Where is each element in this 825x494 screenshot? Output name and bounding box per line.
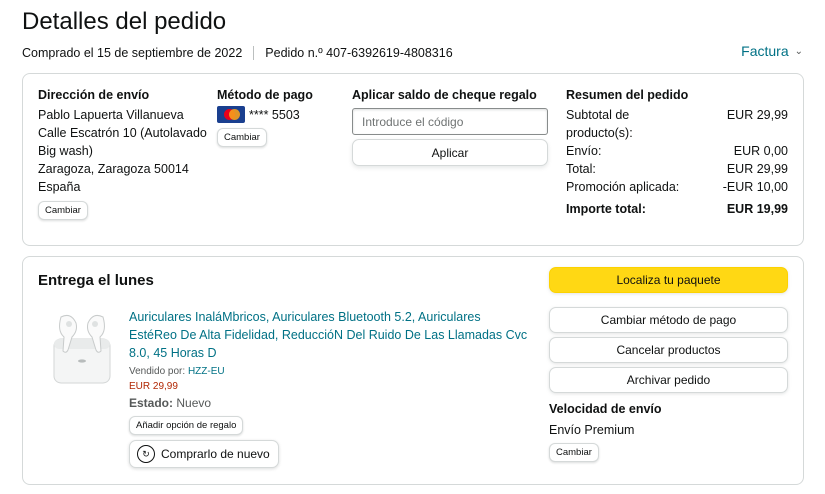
product-info: Auriculares InaláMbricos, Auriculares Bl… [129, 308, 529, 468]
payment-method-title: Método de pago [217, 88, 313, 102]
shipping-speed-value: Envío Premium [549, 423, 635, 437]
change-shipping-speed-button[interactable]: Cambiar [549, 443, 599, 462]
summary-value: -EUR 10,00 [722, 180, 788, 194]
grand-total-label: Importe total: [566, 202, 646, 216]
card-number: **** 5503 [249, 107, 300, 122]
shipping-address-section: Dirección de envío Pablo Lapuerta Villan… [38, 88, 208, 220]
shipment-actions: Localiza tu paquete Cambiar método de pa… [549, 267, 788, 462]
cancel-items-button[interactable]: Cancelar productos [549, 337, 788, 363]
buy-again-button[interactable]: ↻ Comprarlo de nuevo [129, 440, 279, 468]
summary-row: Total: EUR 29,99 [566, 160, 788, 178]
track-package-button[interactable]: Localiza tu paquete [549, 267, 788, 293]
order-info-card: Dirección de envío Pablo Lapuerta Villan… [22, 73, 804, 246]
change-address-button[interactable]: Cambiar [38, 201, 88, 220]
summary-label: Envío: [566, 144, 602, 158]
summary-label: Subtotal de producto(s): [566, 108, 633, 140]
divider [253, 46, 255, 60]
shipping-address-title: Dirección de envío [38, 88, 150, 102]
shipping-country: España [38, 180, 81, 194]
buy-again-label: Comprarlo de nuevo [161, 447, 270, 461]
summary-row: Envío: EUR 0,00 [566, 142, 788, 160]
add-gift-option-button[interactable]: Añadir opción de regalo [129, 416, 244, 435]
change-payment-method-button[interactable]: Cambiar método de pago [549, 307, 788, 333]
reorder-icon: ↻ [137, 445, 155, 463]
order-number: Pedido n.º 407-6392619-4808316 [265, 46, 453, 60]
page-title: Detalles del pedido [22, 8, 227, 35]
summary-row: Promoción aplicada: -EUR 10,00 [566, 178, 788, 196]
grand-total-value: EUR 19,99 [726, 202, 788, 216]
product-title-link[interactable]: Auriculares InaláMbricos, Auriculares Bl… [129, 308, 529, 362]
payment-method-section: Método de pago **** 5503 Cambiar [217, 88, 337, 147]
order-summary-section: Resumen del pedido Subtotal de producto(… [566, 88, 788, 218]
mastercard-icon [217, 106, 245, 123]
archive-order-button[interactable]: Archivar pedido [549, 367, 788, 393]
gift-code-input[interactable] [352, 108, 548, 135]
chevron-down-icon: ⌄ [794, 45, 803, 57]
condition-label: Estado: [129, 396, 174, 410]
seller-link[interactable]: HZZ-EU [188, 366, 225, 377]
product-image[interactable] [51, 313, 113, 385]
summary-value: EUR 29,99 [726, 162, 788, 176]
summary-value: EUR 29,99 [726, 108, 788, 122]
shipping-street: Calle Escatrón 10 (Autolavado Big wash) [38, 126, 207, 158]
shipping-speed-title: Velocidad de envío [549, 402, 662, 416]
payment-card: **** 5503 [217, 106, 337, 123]
invoice-dropdown[interactable]: Factura ⌄ [741, 43, 803, 59]
delivery-title: Entrega el lunes [38, 272, 154, 289]
gift-card-title: Aplicar saldo de cheque regalo [352, 88, 537, 102]
purchase-date: Comprado el 15 de septiembre de 2022 [22, 46, 243, 60]
shipping-name: Pablo Lapuerta Villanueva [38, 108, 184, 122]
invoice-label: Factura [741, 43, 789, 59]
seller-line: Vendido por: HZZ-EU [129, 366, 529, 377]
gift-card-section: Aplicar saldo de cheque regalo Aplicar [352, 88, 550, 166]
change-payment-button[interactable]: Cambiar [217, 128, 267, 147]
grand-total-row: Importe total: EUR 19,99 [566, 200, 788, 218]
summary-label: Promoción aplicada: [566, 180, 680, 194]
summary-label: Total: [566, 162, 596, 176]
shipping-city: Zaragoza, Zaragoza 50014 [38, 162, 189, 176]
shipment-card: Entrega el lunes Auriculares InaláMbrico… [22, 256, 804, 485]
summary-row: Subtotal de producto(s): EUR 29,99 [566, 106, 788, 142]
apply-button[interactable]: Aplicar [352, 139, 548, 166]
order-meta: Comprado el 15 de septiembre de 2022 Ped… [22, 46, 453, 60]
condition-value: Nuevo [176, 396, 212, 410]
product-condition: Estado: Nuevo [129, 396, 529, 410]
seller-prefix: Vendido por: [129, 366, 188, 377]
order-summary-title: Resumen del pedido [566, 88, 689, 102]
product-price: EUR 29,99 [129, 381, 178, 392]
summary-value: EUR 0,00 [733, 144, 788, 158]
